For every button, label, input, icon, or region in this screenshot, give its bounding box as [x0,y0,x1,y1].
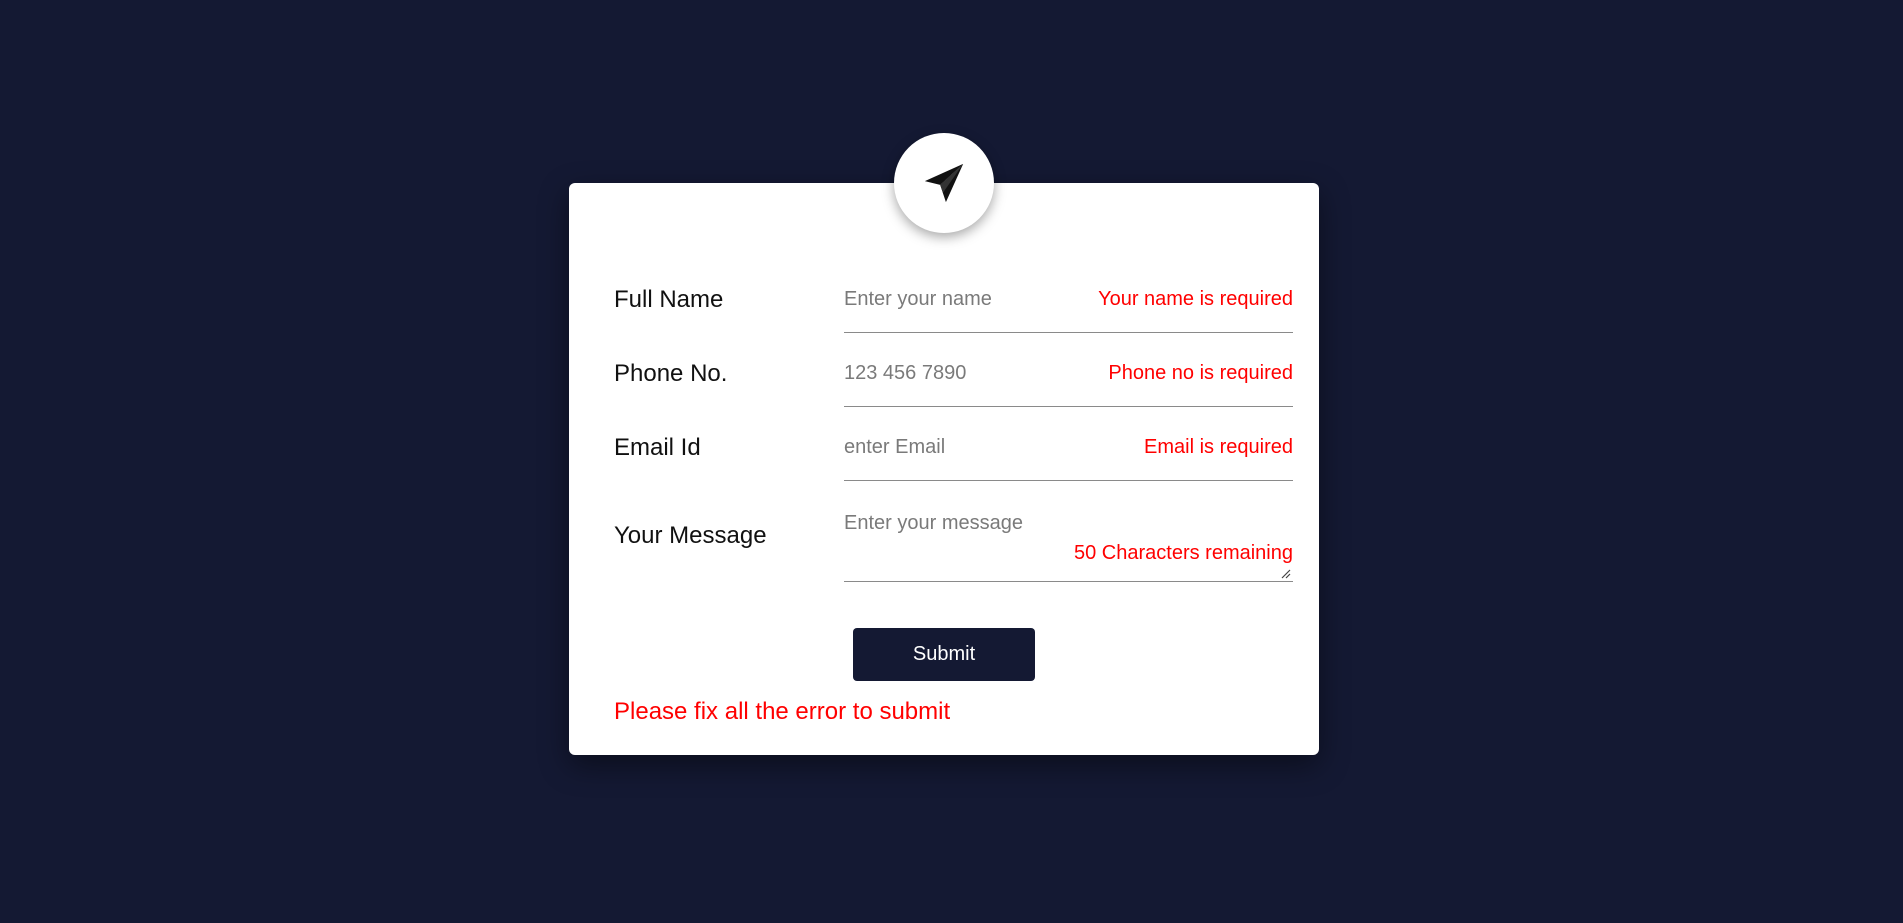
submit-button[interactable]: Submit [853,628,1035,681]
name-label: Full Name [614,286,724,313]
contact-form-card: Full Name Your name is required Phone No… [569,183,1319,755]
phone-label: Phone No. [614,360,728,387]
phone-error: Phone no is required [1108,362,1293,384]
name-input[interactable] [844,288,1084,311]
message-field: 50 Characters remaining [844,510,1293,582]
email-error: Email is required [1144,436,1293,458]
logo-badge [894,133,994,233]
paper-plane-icon [924,163,964,203]
form-error-message: Please fix all the error to submit [614,698,951,725]
phone-input[interactable] [844,362,1084,385]
name-error: Your name is required [1098,288,1293,310]
message-label: Your Message [614,522,767,549]
message-counter: 50 Characters remaining [1074,542,1293,564]
email-field: Email is required [844,434,1293,481]
email-input[interactable] [844,436,1084,459]
message-textarea[interactable] [844,512,1084,572]
name-field: Your name is required [844,286,1293,333]
phone-field: Phone no is required [844,360,1293,407]
resize-grip-icon[interactable] [1279,567,1291,579]
email-label: Email Id [614,434,701,461]
